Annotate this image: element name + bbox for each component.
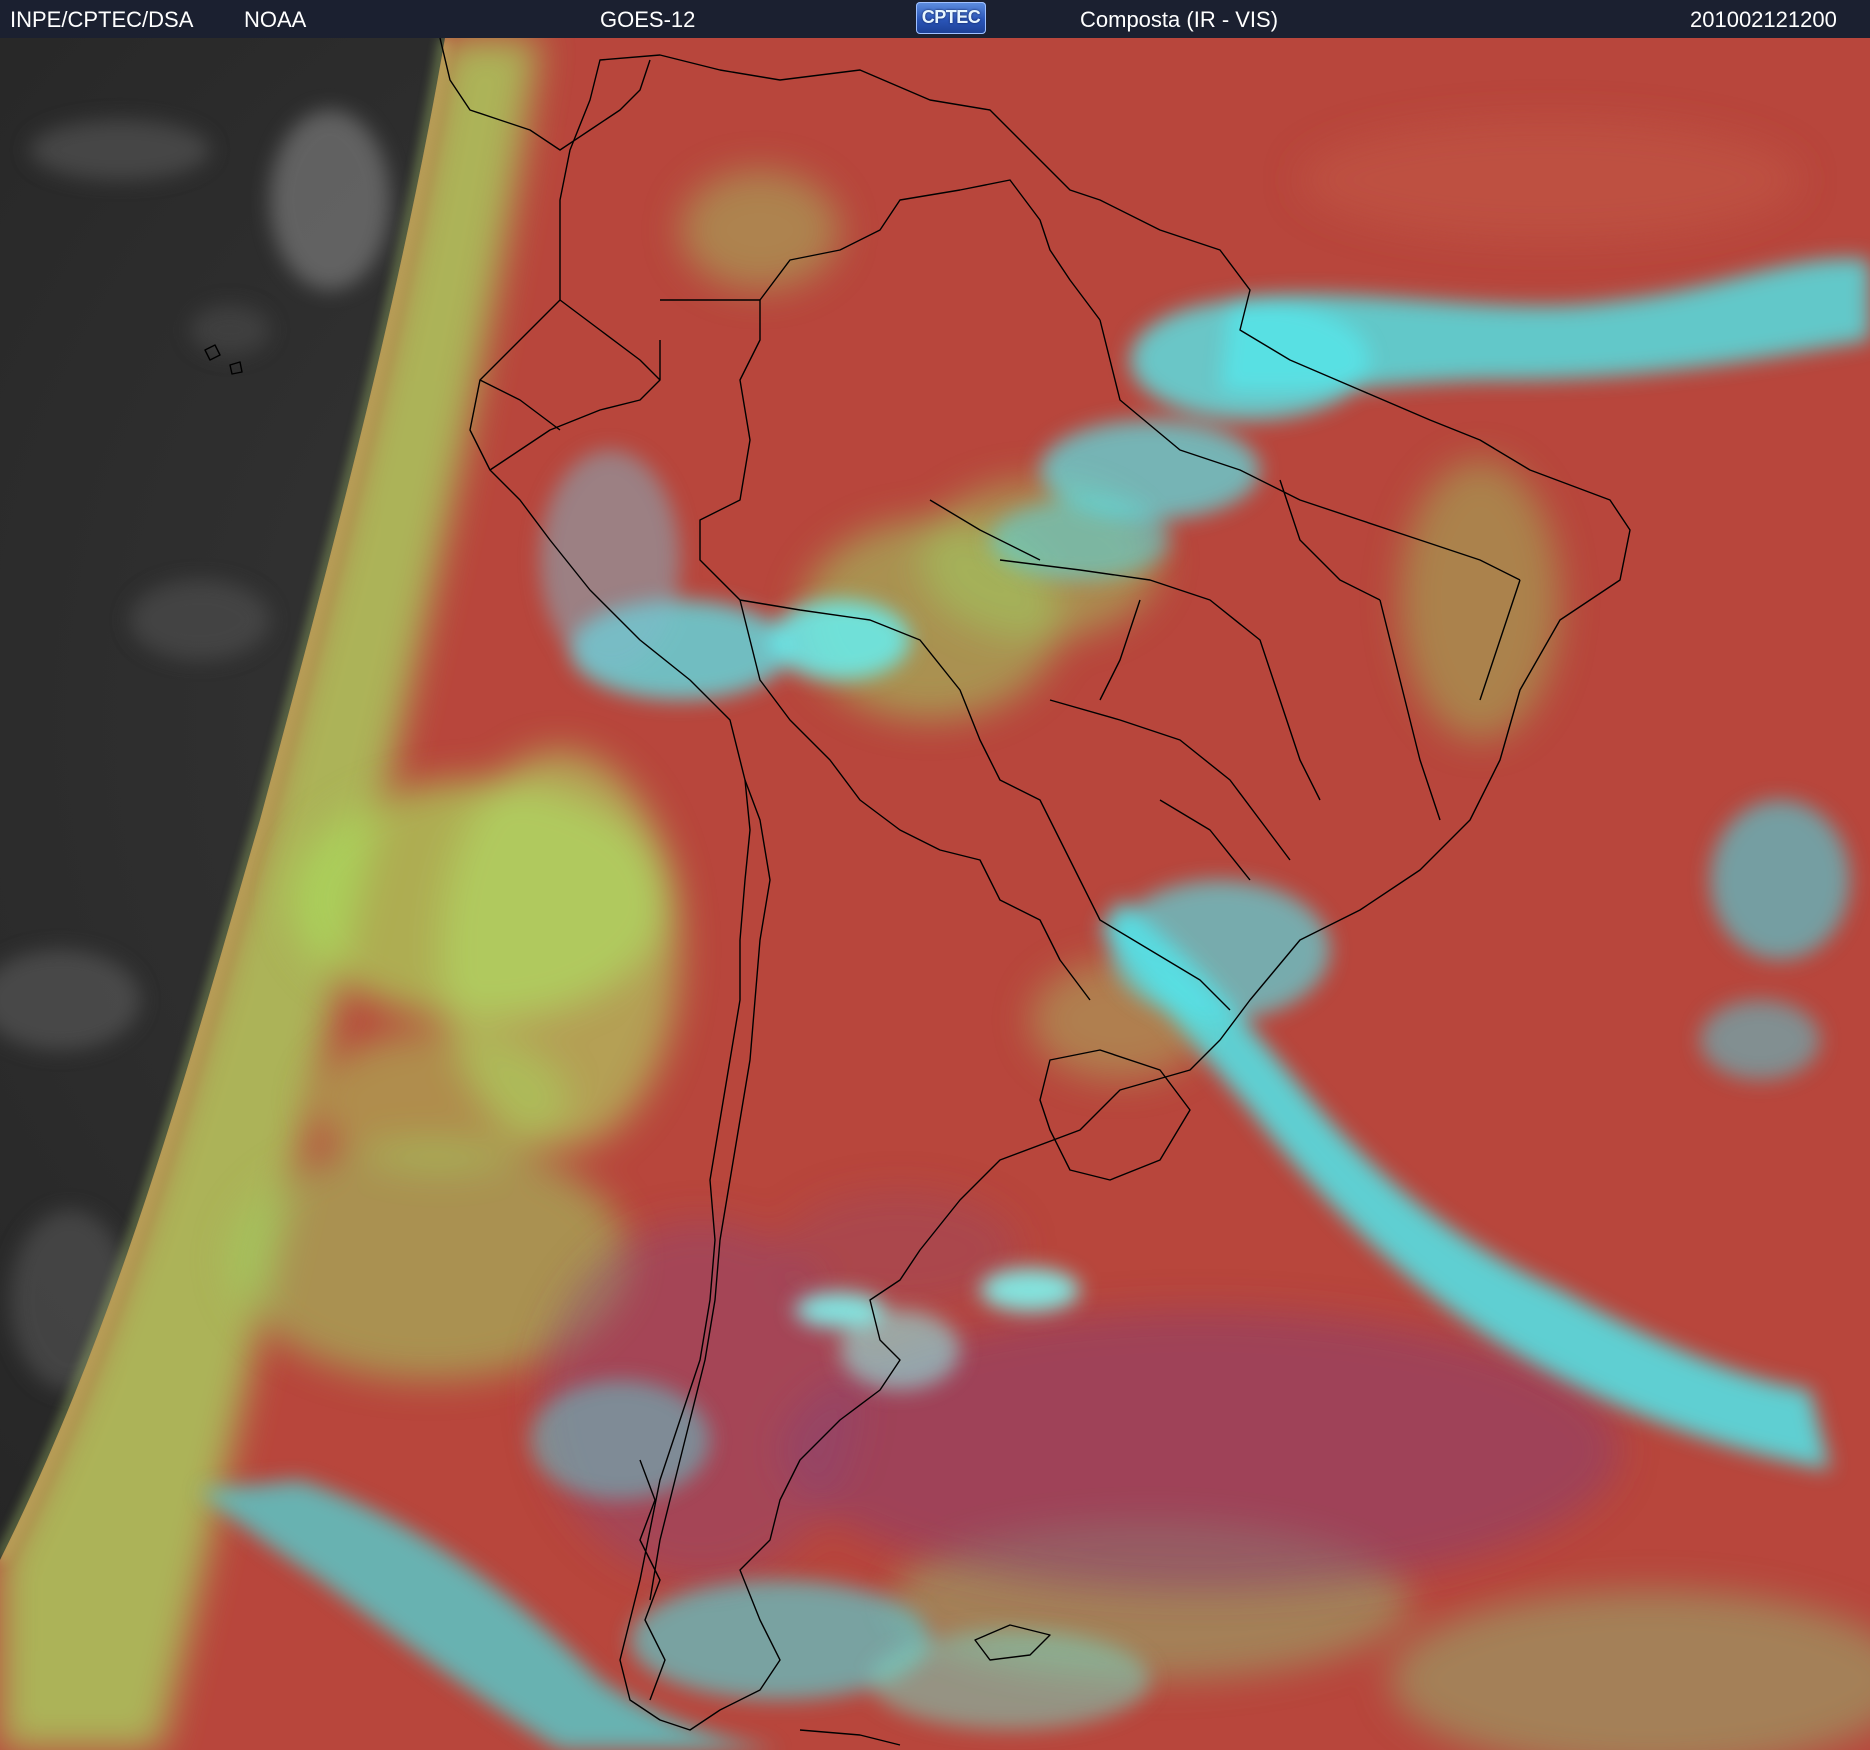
cptec-logo: CPTEC — [916, 2, 986, 34]
agency-label: NOAA — [244, 7, 307, 32]
satellite-image-frame: INPE/CPTEC/DSA NOAA GOES-12 CPTEC Compos… — [0, 0, 1870, 1750]
source-label: INPE/CPTEC/DSA — [10, 7, 194, 32]
header-bar: INPE/CPTEC/DSA NOAA GOES-12 CPTEC Compos… — [0, 0, 1870, 38]
map-svg — [0, 38, 1870, 1750]
timestamp-label: 201002121200 — [1690, 7, 1837, 32]
product-label: Composta (IR - VIS) — [1080, 7, 1279, 32]
satellite-map — [0, 38, 1870, 1750]
satellite-label: GOES-12 — [600, 7, 696, 32]
logo-text: CPTEC — [921, 7, 981, 27]
